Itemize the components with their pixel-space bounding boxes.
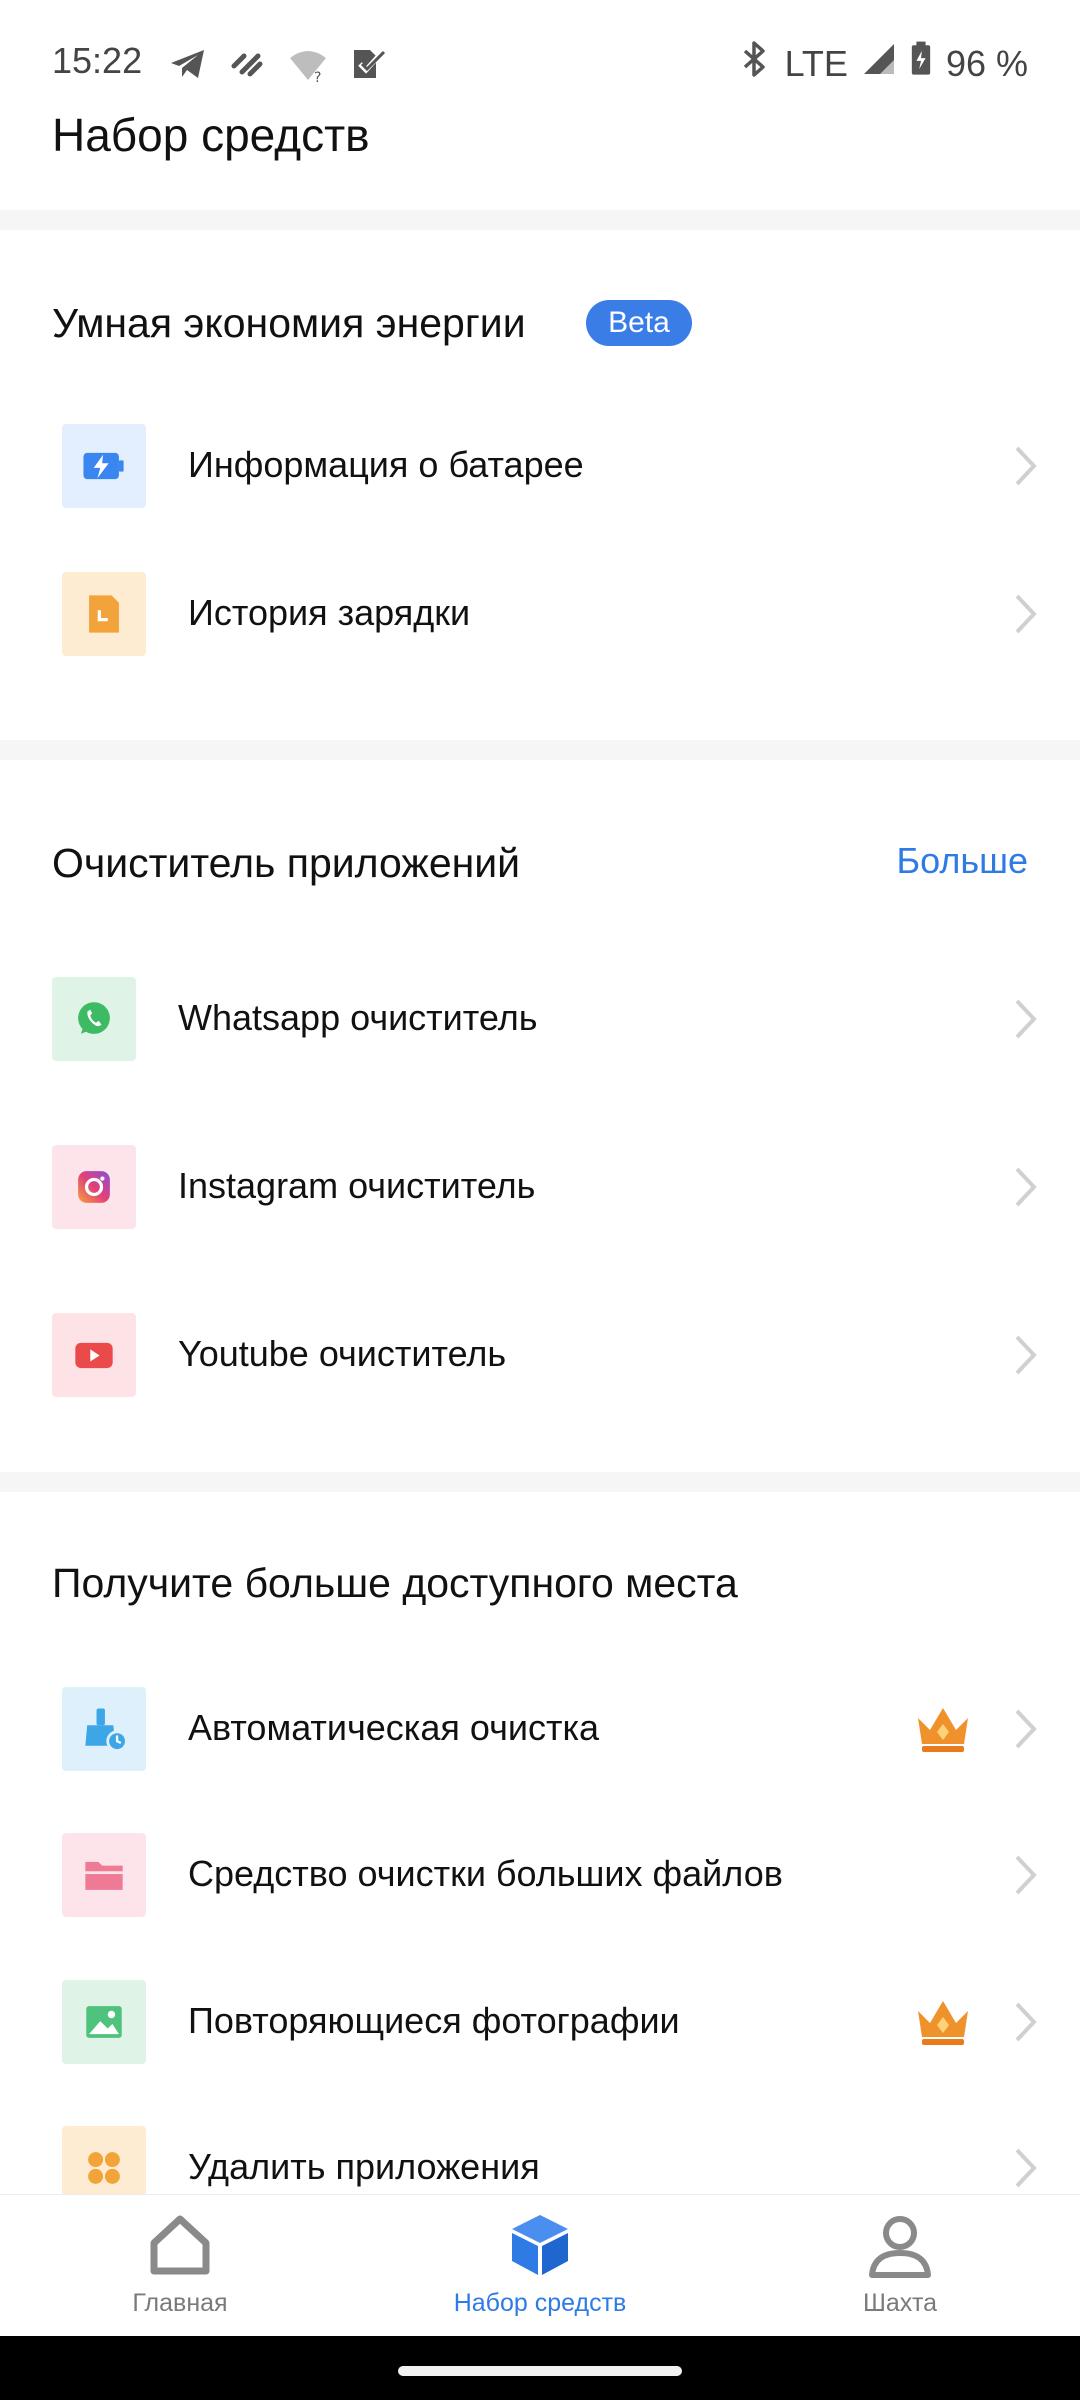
chevron-right-icon (1015, 1335, 1037, 1375)
folder-icon (62, 1833, 146, 1917)
signal-icon (862, 40, 896, 87)
crown-icon (918, 1708, 968, 1752)
bluetooth-icon (737, 40, 771, 87)
chevron-right-icon (1015, 446, 1037, 486)
battery-info-label: Информация о батарее (188, 444, 584, 485)
chevron-right-icon (1015, 2148, 1037, 2188)
chevron-right-icon (1015, 1855, 1037, 1895)
section-divider (0, 1472, 1080, 1492)
page-title: Набор средств (52, 109, 370, 161)
app-icon (228, 44, 268, 89)
charging-history-row[interactable]: История зарядки (0, 572, 1080, 656)
nav-toolbox[interactable]: Набор средств (390, 2209, 690, 2318)
nav-profile-label: Шахта (862, 2289, 938, 2317)
auto-clean-row[interactable]: Автоматическая очистка (0, 1687, 1080, 1771)
instagram-icon (52, 1145, 136, 1229)
battery-info-row[interactable]: Информация о батарее (0, 424, 1080, 508)
large-files-row[interactable]: Средство очистки больших файлов (0, 1833, 1080, 1917)
nav-toolbox-label: Набор средств (453, 2289, 627, 2317)
whatsapp-cleaner-row[interactable]: Whatsapp очиститель (0, 977, 1080, 1061)
svg-text:?: ? (314, 70, 321, 84)
more-link[interactable]: Больше (896, 840, 1028, 882)
home-icon (150, 2215, 210, 2275)
network-type: LTE (784, 42, 848, 84)
youtube-cleaner-label: Youtube очиститель (178, 1333, 507, 1374)
section-title-space: Получите больше доступного места (52, 1560, 738, 1606)
profile-icon (869, 2216, 931, 2278)
section-divider (0, 740, 1080, 760)
battery-info-icon (62, 424, 146, 508)
uninstall-apps-label: Удалить приложения (188, 2146, 540, 2187)
home-gesture-pill[interactable] (398, 2366, 682, 2376)
image-icon (62, 1980, 146, 2064)
chevron-right-icon (1015, 594, 1037, 634)
toolbox-icon (512, 2215, 568, 2275)
youtube-cleaner-row[interactable]: Youtube очиститель (0, 1313, 1080, 1397)
instagram-cleaner-label: Instagram очиститель (178, 1165, 536, 1206)
charging-history-label: История зарядки (188, 592, 471, 633)
chevron-right-icon (1015, 1709, 1037, 1749)
auto-clean-icon (62, 1687, 146, 1771)
duplicate-photos-label: Повторяющиеся фотографии (188, 2000, 680, 2041)
battery-percent: 96 % (945, 42, 1028, 84)
bottom-navigation: Главная Набор средств Шахта (0, 2194, 1080, 2337)
gesture-bar (0, 2336, 1080, 2400)
telegram-icon (168, 44, 208, 89)
instagram-cleaner-row[interactable]: Instagram очиститель (0, 1145, 1080, 1229)
crown-icon (918, 2001, 968, 2045)
chevron-right-icon (1015, 1167, 1037, 1207)
nav-home-label: Главная (132, 2289, 228, 2317)
whatsapp-icon (52, 977, 136, 1061)
nav-home[interactable]: Главная (30, 2209, 330, 2318)
battery-charging-icon (910, 40, 932, 87)
whatsapp-cleaner-label: Whatsapp очиститель (178, 997, 538, 1038)
status-time: 15:22 (52, 40, 143, 81)
charging-history-icon (62, 572, 146, 656)
nav-profile[interactable]: Шахта (750, 2209, 1050, 2318)
large-files-label: Средство очистки больших файлов (188, 1853, 783, 1894)
section-title-cleaner: Очиститель приложений (52, 840, 521, 886)
chevron-right-icon (1015, 2002, 1037, 2042)
status-bar: 15:22 ? LTE 96 % (0, 0, 1080, 120)
chevron-right-icon (1015, 999, 1037, 1039)
section-title-energy: Умная экономия энергии (52, 300, 526, 346)
youtube-icon (52, 1313, 136, 1397)
duplicate-photos-row[interactable]: Повторяющиеся фотографии (0, 1980, 1080, 2064)
beta-badge: Beta (586, 300, 692, 346)
section-divider (0, 210, 1080, 230)
auto-clean-label: Автоматическая очистка (188, 1707, 600, 1748)
check-icon (348, 44, 388, 89)
wifi-unknown-icon: ? (288, 44, 328, 89)
